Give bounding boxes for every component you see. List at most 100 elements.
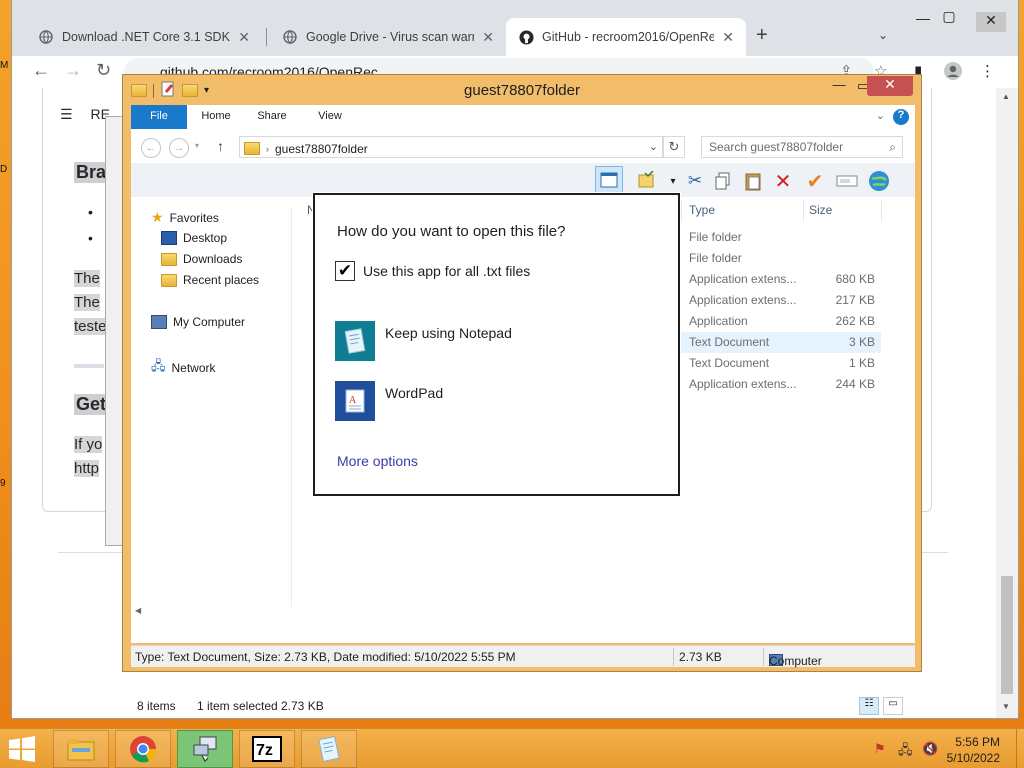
divider xyxy=(74,364,104,368)
nav-desktop[interactable]: Desktop xyxy=(161,231,227,245)
volume-muted-icon[interactable]: 🔇 xyxy=(922,741,938,757)
taskbar-7zip[interactable]: 7z xyxy=(239,730,295,768)
copy-icon[interactable] xyxy=(711,169,735,193)
recent-locations-icon[interactable]: ▾ xyxy=(195,141,199,150)
tab-title: Download .NET Core 3.1 SDK (v3 xyxy=(62,30,230,44)
cut-icon[interactable]: ✂ xyxy=(683,169,707,193)
file-type: File folder xyxy=(689,251,742,265)
file-type: Application xyxy=(689,314,748,328)
paste-icon[interactable] xyxy=(741,169,765,193)
globe-icon[interactable] xyxy=(867,169,891,193)
close-tab-icon[interactable]: ✕ xyxy=(482,29,494,46)
nav-my-computer[interactable]: My Computer xyxy=(151,315,245,329)
expand-ribbon-icon[interactable]: ⌄ xyxy=(876,109,885,122)
network-tray-icon[interactable]: 🖧 xyxy=(898,741,913,763)
scroll-up-icon[interactable]: ▲ xyxy=(1002,92,1010,101)
menu-kebab-icon[interactable]: ⋮ xyxy=(980,62,995,80)
chevron-down-icon[interactable]: ▾ xyxy=(661,169,685,193)
desktop-icon xyxy=(161,231,177,245)
tab-dotnet[interactable]: Download .NET Core 3.1 SDK (v3 ✕ xyxy=(26,18,262,56)
more-options-link[interactable]: More options xyxy=(337,453,418,469)
clock-time: 5:56 PM xyxy=(955,735,1000,749)
windows-start-icon[interactable] xyxy=(8,736,38,762)
back-arrow-icon[interactable]: ← xyxy=(141,138,161,158)
taskbar-file-explorer[interactable] xyxy=(53,730,109,768)
back-arrow-icon[interactable]: ← xyxy=(32,60,50,81)
tab-home[interactable]: Home xyxy=(193,105,239,129)
change-view-icon[interactable] xyxy=(635,169,659,193)
profile-avatar[interactable] xyxy=(944,62,962,84)
details-view-icon[interactable]: ☷ xyxy=(859,697,879,715)
chevron-down-icon[interactable]: ⌄ xyxy=(649,140,658,153)
scroll-down-icon[interactable]: ▼ xyxy=(1002,702,1010,711)
tab-github[interactable]: GitHub - recroom2016/OpenRec ✕ xyxy=(506,18,746,56)
new-tab-button[interactable]: + xyxy=(756,24,768,47)
nav-recent-places[interactable]: Recent places xyxy=(161,273,259,287)
svg-text:7z: 7z xyxy=(256,742,273,759)
search-input[interactable]: Search guest78807folder ⌕ xyxy=(701,136,903,158)
open-with-dialog: How do you want to open this file? ✔ Use… xyxy=(313,193,680,496)
notepad-icon xyxy=(335,321,375,361)
tab-share[interactable]: Share xyxy=(249,105,295,129)
nav-hscroll[interactable]: ◀ xyxy=(131,603,291,619)
use-app-checkbox[interactable]: ✔ xyxy=(335,261,355,281)
nav-favorites[interactable]: ★ Favorites xyxy=(151,209,219,226)
show-desktop-button[interactable] xyxy=(1016,729,1024,768)
close-button[interactable]: ✕ xyxy=(976,12,1006,32)
search-icon[interactable]: ⌕ xyxy=(889,140,896,155)
tab-search-icon[interactable]: ⌄ xyxy=(878,28,888,42)
scroll-thumb[interactable] xyxy=(1001,576,1013,694)
address-field[interactable]: › guest78807folder ⌄ xyxy=(239,136,663,158)
close-button[interactable]: ✕ xyxy=(867,76,913,96)
bullet: • xyxy=(88,204,93,220)
item-count: 8 items xyxy=(137,699,176,713)
file-row[interactable]: Text Document 3 KB xyxy=(681,332,881,353)
column-type[interactable]: Type xyxy=(689,203,715,217)
clock[interactable]: 5:56 PM 5/10/2022 xyxy=(947,734,1000,766)
desktop-edge-label: D xyxy=(0,164,8,175)
app-option-wordpad[interactable]: A WordPad xyxy=(335,381,655,421)
taskbar-remote-desktop[interactable] xyxy=(177,730,233,768)
tab-view[interactable]: View xyxy=(307,105,353,129)
selection-count: 1 item selected xyxy=(197,699,278,713)
app-name: WordPad xyxy=(385,385,444,401)
action-center-flag-icon[interactable]: ⚑ xyxy=(874,741,886,757)
close-tab-icon[interactable]: ✕ xyxy=(238,29,250,46)
reload-icon[interactable]: ↻ xyxy=(96,60,111,81)
file-row[interactable]: File folder xyxy=(681,227,881,248)
close-tab-icon[interactable]: ✕ xyxy=(722,29,734,46)
rename-icon[interactable] xyxy=(835,169,859,193)
tab-file[interactable]: File xyxy=(131,105,187,129)
forward-arrow-icon[interactable]: → xyxy=(64,60,82,81)
app-option-notepad[interactable]: Keep using Notepad xyxy=(335,321,655,361)
list-icon[interactable]: ☰ xyxy=(60,106,73,122)
checkbox-label[interactable]: Use this app for all .txt files xyxy=(363,263,530,279)
paragraph-line[interactable]: http xyxy=(74,460,100,477)
file-row[interactable]: Application extens... 244 KB xyxy=(681,374,881,395)
delete-icon[interactable]: ✕ xyxy=(771,169,795,193)
file-row[interactable]: Application extens... 217 KB xyxy=(681,290,881,311)
tab-google-drive[interactable]: Google Drive - Virus scan warnin ✕ xyxy=(270,18,506,56)
forward-arrow-icon[interactable]: → xyxy=(169,138,189,158)
globe-icon xyxy=(38,29,54,45)
taskbar-chrome[interactable] xyxy=(115,730,171,768)
downloads-folder-icon xyxy=(161,252,177,266)
checkmark-icon[interactable]: ✔ xyxy=(803,169,827,193)
maximize-button[interactable]: ▢ xyxy=(934,8,964,25)
nav-downloads[interactable]: Downloads xyxy=(161,252,242,266)
file-row[interactable]: Application 262 KB xyxy=(681,311,881,332)
column-size[interactable]: Size xyxy=(809,203,832,217)
file-row[interactable]: Text Document 1 KB xyxy=(681,353,881,374)
refresh-icon[interactable]: ↻ xyxy=(663,136,685,158)
file-row[interactable]: File folder xyxy=(681,248,881,269)
file-row[interactable]: Application extens... 680 KB xyxy=(681,269,881,290)
up-arrow-icon[interactable]: ↑ xyxy=(217,138,224,154)
large-icons-view-icon[interactable]: ▭ xyxy=(883,697,903,715)
help-icon[interactable]: ? xyxy=(893,109,909,125)
nav-network[interactable]: 🖧 Network xyxy=(151,357,216,379)
page-scrollbar[interactable]: ▲ ▼ xyxy=(996,88,1018,718)
chevron-right-icon[interactable]: › xyxy=(266,144,269,154)
preview-pane-icon[interactable] xyxy=(595,166,623,194)
heading-get: Get xyxy=(74,394,109,415)
taskbar-notepad[interactable] xyxy=(301,730,357,768)
